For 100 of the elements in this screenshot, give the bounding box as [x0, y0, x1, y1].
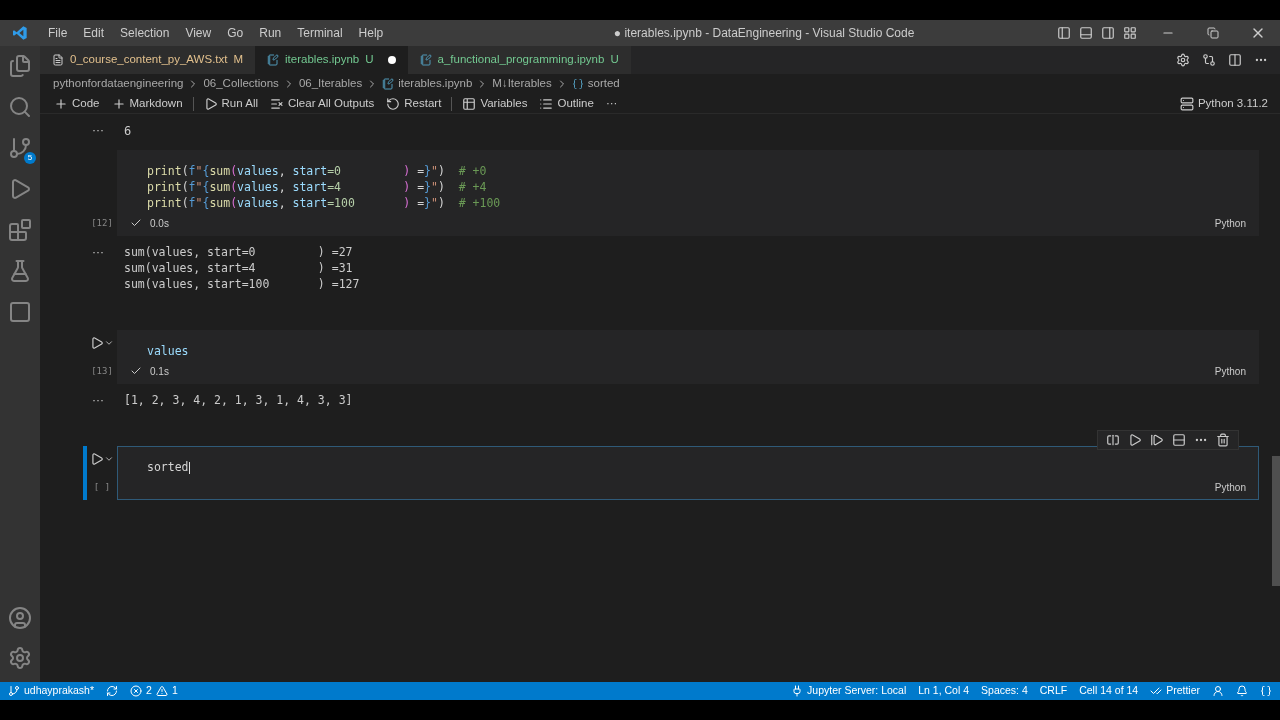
split-cell-icon[interactable]	[1172, 433, 1186, 447]
code-line: print(f"{sum(values, start=100 ) =}") # +100	[147, 195, 501, 211]
outline-icon	[539, 96, 554, 111]
status-item[interactable]: Ln 1, Col 4	[918, 683, 970, 699]
menu-item[interactable]: Run	[251, 24, 290, 42]
menu-item[interactable]: Selection	[112, 24, 178, 42]
remote-explorer-icon[interactable]	[8, 300, 32, 324]
toolbar-button[interactable]: Outline	[533, 94, 600, 113]
run-icon	[203, 96, 218, 111]
plus-icon	[111, 96, 126, 111]
toggle-panel-icon[interactable]	[1079, 26, 1093, 40]
text-file-icon	[52, 54, 64, 66]
execution-count: [13]	[91, 364, 113, 378]
scrollbar-thumb[interactable]	[1272, 456, 1280, 586]
toolbar-button[interactable]: Clear All Outputs	[264, 94, 381, 113]
status-item[interactable]: CRLF	[1039, 683, 1068, 699]
run-below-icon[interactable]	[1150, 433, 1164, 447]
python-icon	[571, 78, 584, 90]
plus-icon	[54, 96, 68, 111]
check-icon	[130, 365, 142, 377]
notifications-icon[interactable]	[1236, 685, 1248, 697]
code-cell[interactable]: sorted Python	[117, 446, 1259, 500]
status-item[interactable]: Spaces: 4	[981, 683, 1028, 699]
extensions-icon[interactable]	[8, 218, 32, 242]
editor-tab[interactable]: a_functional_programming.ipynb U	[407, 46, 631, 74]
toggle-secondary-sidebar-icon[interactable]	[1101, 26, 1115, 40]
testing-icon[interactable]	[8, 259, 32, 283]
badge: 5	[24, 152, 36, 164]
code-cell[interactable]: values 0.1s Python	[117, 330, 1259, 384]
run-cell-button[interactable]	[90, 336, 114, 350]
menu-item[interactable]: Help	[350, 24, 392, 42]
toolbar-button[interactable]: Code	[48, 94, 106, 113]
variables-icon	[462, 96, 477, 111]
delete-icon[interactable]	[1216, 433, 1230, 447]
breadcrumb-item[interactable]: iterables.ipynb	[398, 75, 473, 93]
code-line: values	[147, 343, 189, 359]
menu-item[interactable]: File	[40, 24, 76, 42]
output-menu[interactable]: ···	[92, 244, 124, 292]
status-item[interactable]: Cell 14 of 14	[1079, 683, 1139, 699]
breadcrumb-item[interactable]: M↓Iterables	[492, 75, 552, 93]
menu-item[interactable]: View	[177, 24, 220, 42]
branch-item[interactable]: udhayprakash*	[8, 683, 95, 699]
chevron-down-icon	[104, 338, 114, 348]
accounts-icon[interactable]	[8, 606, 32, 630]
run-cell-button[interactable]	[90, 452, 114, 466]
breadcrumb-item[interactable]: sorted	[587, 75, 620, 93]
breadcrumb-item[interactable]: 06_Collections	[203, 75, 279, 93]
toolbar-button[interactable]: ···	[599, 94, 624, 113]
breadcrumb-item[interactable]: 06_Iterables	[298, 75, 363, 93]
breadcrumb-item[interactable]: pythonfordataengineering	[53, 75, 184, 93]
restart-icon	[386, 96, 401, 111]
settings-icon[interactable]	[1176, 53, 1190, 67]
window-title: ● iterables.ipynb - DataEngineering - Visual Studio Code	[612, 25, 916, 42]
output-text: sum(values, start=100 ) =127	[124, 276, 360, 292]
cell-language[interactable]: Python	[1214, 479, 1246, 495]
compare-icon[interactable]	[1202, 53, 1216, 67]
split-editor-icon[interactable]	[1228, 53, 1242, 67]
run-icon	[90, 452, 104, 466]
output-menu[interactable]: ···	[92, 392, 124, 408]
output-text: [1, 2, 3, 4, 2, 1, 3, 1, 4, 3, 3]	[124, 392, 353, 408]
run-above-icon[interactable]	[1128, 433, 1142, 447]
sync-icon[interactable]	[106, 685, 119, 697]
execution-count: [ ]	[93, 480, 111, 494]
editor-tab[interactable]: 0_course_content_py_AWS.txt M	[40, 46, 256, 74]
run-icon	[90, 336, 104, 350]
toolbar-button[interactable]: Variables	[456, 94, 534, 113]
execution-time: 0.0s	[150, 216, 169, 231]
status-item[interactable]: Prettier	[1150, 683, 1200, 699]
execution-count: [12]	[91, 216, 113, 230]
source-control-icon[interactable]	[8, 136, 32, 160]
code-line: print(f"{sum(values, start=0 ) =}") # +0	[147, 163, 487, 179]
double-check-icon	[1150, 685, 1163, 697]
menu-item[interactable]: Go	[219, 24, 252, 42]
output-text: 6	[124, 123, 132, 140]
cell-language[interactable]: Python	[1214, 363, 1246, 379]
server-icon	[1179, 96, 1194, 111]
search-icon[interactable]	[8, 95, 32, 119]
toolbar-button[interactable]: Restart	[380, 94, 448, 113]
explorer-icon[interactable]	[8, 54, 32, 78]
kernel-button[interactable]: Python 3.11.2	[1179, 94, 1280, 113]
status-item[interactable]: Jupyter Server: Local	[791, 683, 907, 699]
output-menu[interactable]: ···	[92, 122, 124, 140]
code-line: print(f"{sum(values, start=4 ) =}") # +4	[147, 179, 487, 195]
menu-item[interactable]: Terminal	[289, 24, 351, 42]
cell-language[interactable]: Python	[1214, 215, 1246, 231]
editor-tab[interactable]: iterables.ipynb U	[255, 46, 408, 74]
toggle-sidebar-icon[interactable]	[1057, 26, 1071, 40]
run-by-line-icon[interactable]	[1106, 433, 1120, 447]
code-cell[interactable]: print(f"{sum(values, start=0 ) =}") # +0 print(f"{sum(values, start=4 ) =}") # +4 print(f"{sum(values, start=100 ) =}") # +100 0.0s Python	[117, 150, 1259, 236]
braces-icon[interactable]	[1260, 685, 1272, 697]
toolbar-button[interactable]: Markdown	[105, 94, 189, 113]
feedback-icon[interactable]	[1212, 685, 1224, 697]
branch-icon	[8, 685, 20, 697]
menu-item[interactable]: Edit	[75, 24, 113, 42]
clear-icon	[270, 96, 284, 111]
toolbar-button[interactable]: Run All	[197, 94, 264, 113]
problems-item[interactable]: 2 1	[130, 683, 178, 699]
check-icon	[130, 217, 142, 229]
layout-icon[interactable]	[1123, 26, 1137, 40]
restore-icon	[1206, 27, 1219, 39]
